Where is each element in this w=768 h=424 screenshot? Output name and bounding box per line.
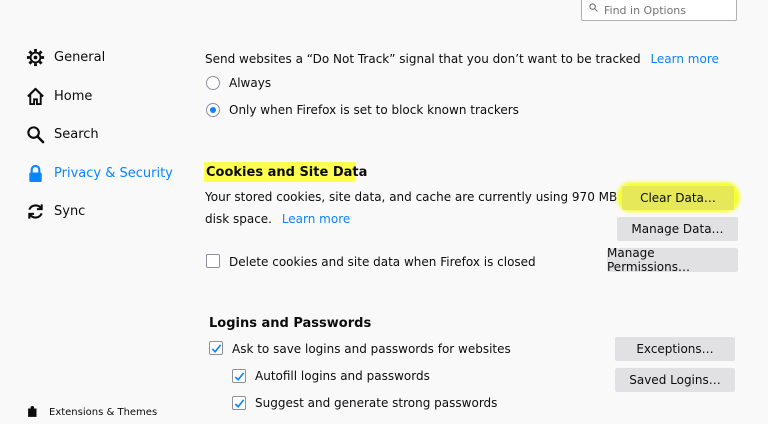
ask-save-logins-label: Ask to save logins and passwords for web… xyxy=(232,342,511,356)
sidebar-item-extensions[interactable]: Extensions & Themes xyxy=(26,400,157,424)
sidebar-item-general[interactable]: General xyxy=(26,45,105,69)
saved-logins-button[interactable]: Saved Logins… xyxy=(615,368,735,392)
sidebar-item-label: Sync xyxy=(54,203,86,219)
delete-cookies-label: Delete cookies and site data when Firefo… xyxy=(229,255,536,269)
sync-icon xyxy=(28,203,43,219)
lock-icon xyxy=(29,164,42,182)
autofill-logins-checkbox[interactable] xyxy=(232,369,246,383)
dnt-always-label: Always xyxy=(229,76,272,90)
cookies-desc-line1: Your stored cookies, site data, and cach… xyxy=(205,190,633,204)
dnt-learn-more-link[interactable]: Learn more xyxy=(650,52,718,66)
search-placeholder: Find in Options xyxy=(604,4,687,17)
logins-title: Logins and Passwords xyxy=(209,316,372,331)
search-icon xyxy=(27,125,45,143)
dnt-only-when-label: Only when Firefox is set to block known … xyxy=(229,103,519,117)
manage-data-button[interactable]: Manage Data… xyxy=(617,217,738,241)
clear-data-button[interactable]: Clear Data… xyxy=(622,186,734,210)
cookies-desc-line2: disk space. Learn more xyxy=(205,212,350,226)
suggest-passwords-label: Suggest and generate strong passwords xyxy=(255,396,498,410)
checkmark-icon xyxy=(211,344,222,353)
puzzle-icon xyxy=(28,406,37,417)
cookies-learn-more-link[interactable]: Learn more xyxy=(282,212,350,226)
exceptions-button[interactable]: Exceptions… xyxy=(615,337,735,361)
dnt-always-radio[interactable] xyxy=(206,76,220,90)
sidebar-item-privacy-security[interactable]: Privacy & Security xyxy=(26,161,173,185)
checkmark-icon xyxy=(234,372,245,381)
cookies-desc-text: disk space. xyxy=(205,212,272,226)
cookies-title: Cookies and Site Data xyxy=(206,165,368,180)
dnt-description: Send websites a “Do Not Track” signal th… xyxy=(205,52,719,66)
sidebar-item-search[interactable]: Search xyxy=(26,122,99,146)
dnt-only-when-radio[interactable] xyxy=(206,103,220,117)
sidebar-item-label: Home xyxy=(54,88,93,104)
search-icon xyxy=(589,3,598,12)
search-input[interactable]: Find in Options xyxy=(581,0,737,21)
suggest-passwords-checkbox[interactable] xyxy=(232,396,246,410)
home-icon xyxy=(27,87,44,105)
manage-permissions-button[interactable]: Manage Permissions… xyxy=(607,246,738,274)
sidebar-item-label: Search xyxy=(54,126,99,142)
sidebar-item-label: Extensions & Themes xyxy=(49,406,158,418)
gear-icon xyxy=(26,48,45,66)
dnt-text: Send websites a “Do Not Track” signal th… xyxy=(205,52,641,66)
checkmark-icon xyxy=(234,399,245,408)
autofill-logins-label: Autofill logins and passwords xyxy=(255,369,430,383)
sidebar-item-label: General xyxy=(54,49,106,65)
sidebar-item-sync[interactable]: Sync xyxy=(26,199,85,223)
ask-save-logins-checkbox[interactable] xyxy=(209,341,223,355)
delete-cookies-checkbox[interactable] xyxy=(206,254,220,268)
sidebar-item-home[interactable]: Home xyxy=(26,84,92,108)
sidebar-item-label: Privacy & Security xyxy=(54,165,173,181)
